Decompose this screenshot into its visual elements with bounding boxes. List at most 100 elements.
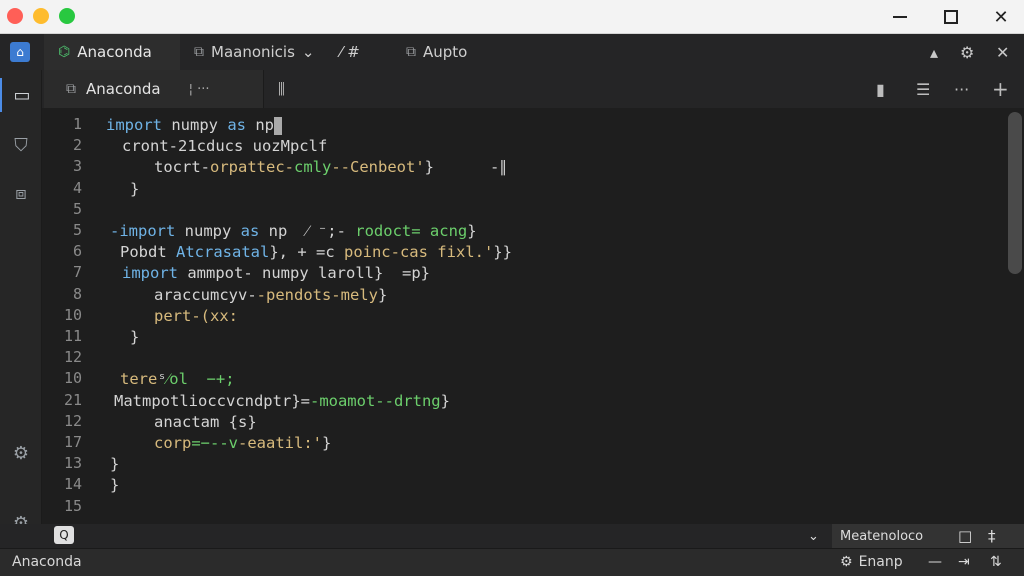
account-button[interactable]: ▴ — [930, 34, 938, 70]
code-token: } — [377, 285, 388, 304]
code-line[interactable]: } — [110, 475, 119, 496]
code-token: cront-21cducs uozMpclf — [122, 137, 328, 156]
tab-indent-button[interactable]: ⇥ — [958, 548, 970, 576]
code-line[interactable]: araccumcyv--pendots-mely} — [154, 285, 387, 306]
code-token: as — [240, 222, 260, 240]
text-cursor — [274, 116, 282, 135]
minimize-window-button[interactable] — [33, 8, 49, 24]
settings-button[interactable]: ⚙ — [0, 436, 42, 470]
more-icon: ··· — [954, 79, 970, 99]
minimize-panel-button[interactable]: — — [928, 548, 942, 576]
line-number: 2 — [72, 136, 82, 155]
square-icon: □ — [958, 527, 973, 545]
editor-tab-more[interactable]: ¦ ··· — [189, 82, 210, 97]
close-window-button[interactable] — [7, 8, 23, 24]
code-line[interactable]: Matmpotlioccvcndptr}=-moamot--drtng} — [114, 391, 450, 412]
code-token: laroll — [318, 264, 374, 283]
add-button[interactable]: + — [992, 70, 1009, 108]
code-line[interactable]: } — [130, 179, 139, 200]
code-token: rodoct= acng — [355, 222, 468, 240]
close-icon: ✕ — [993, 6, 1009, 28]
line-number: 3 — [72, 157, 82, 176]
puzzle-icon: ⧉ — [194, 44, 204, 60]
code-token: ˢ — [157, 370, 167, 389]
chevron-down-icon: ⌄ — [301, 43, 315, 61]
code-token: =−--v — [191, 434, 238, 452]
app-logo-icon: ⌂ — [10, 42, 30, 62]
code-token: np — [246, 116, 274, 134]
status-left-label[interactable]: Anaconda — [12, 548, 82, 576]
sync-icon: ⇅ — [990, 554, 1002, 570]
code-token: }= — [291, 391, 310, 410]
line-number: 5 — [72, 199, 82, 218]
maximize-button[interactable] — [931, 4, 971, 30]
code-line[interactable]: import ammpot- numpy laroll} =p} — [122, 263, 430, 284]
code-token: -pendots-mely — [256, 285, 378, 304]
code-token: } — [322, 434, 332, 452]
window-titlebar — [0, 0, 1024, 34]
bookmark-button[interactable]: ▮ — [876, 70, 885, 108]
code-token: import — [106, 116, 162, 134]
line-number: 13 — [63, 454, 82, 473]
code-token: } — [440, 391, 450, 410]
collapse-button[interactable]: ⌄ — [808, 524, 819, 548]
add-icon: + — [992, 77, 1009, 101]
settings-button[interactable]: ⚙ — [960, 34, 974, 70]
code-line[interactable]: } — [110, 454, 119, 475]
tab-aupto[interactable]: ⧉ Aupto — [396, 34, 496, 70]
maximize-panel-button[interactable]: □ — [958, 524, 972, 548]
code-token: numpy — [162, 116, 228, 134]
sync-button[interactable]: ⇅ — [990, 548, 1002, 576]
search-button[interactable]: Q — [54, 526, 74, 544]
code-token: tocrt- — [154, 158, 210, 177]
tab-anaconda[interactable]: ⌬ Anaconda — [44, 34, 180, 70]
code-token: -moamot--drtng — [309, 391, 441, 410]
code-token: -eaatil:' — [238, 434, 322, 452]
security-button[interactable]: ⛉ — [0, 128, 42, 162]
code-token: } =p} — [374, 264, 430, 283]
chat-button[interactable]: ▭ — [0, 78, 42, 112]
code-token: tere — [120, 370, 158, 389]
extensions-icon: ⧈ — [15, 182, 27, 204]
close-button[interactable]: ✕ — [981, 4, 1021, 30]
list-icon: ☰ — [916, 79, 931, 99]
close-panel-button[interactable]: ✕ — [996, 34, 1009, 70]
code-token: as — [227, 116, 246, 134]
more-actions-button[interactable]: ··· — [954, 70, 969, 108]
editor-tab-anaconda[interactable]: ⧉ Anaconda ¦ ··· — [44, 70, 264, 108]
code-line[interactable]: tereˢ⁄ol −+; — [120, 369, 235, 390]
split-editor-button[interactable]: ⫼ — [278, 70, 285, 108]
code-line[interactable]: Pobdt Atcrasatal}, + =c poinc-cas fixl.'… — [120, 242, 512, 263]
minimize-button[interactable] — [880, 4, 920, 30]
code-line[interactable]: tocrt-orpattec-cmly--Cenbeot'} -∥ — [154, 157, 507, 178]
tab-tools[interactable]: ⁄ # — [330, 34, 386, 70]
environment-indicator[interactable]: ⚙ Enanp — [840, 548, 903, 576]
indent-icon: ⇥ — [958, 554, 970, 570]
pin-button[interactable]: ‡ — [988, 524, 996, 548]
code-line[interactable]: } — [130, 327, 139, 348]
minus-icon: — — [928, 554, 942, 570]
pin-icon: ‡ — [988, 527, 996, 545]
code-line[interactable]: pert-(xx: — [154, 306, 238, 327]
panel-label[interactable]: Meatenoloco — [840, 524, 923, 548]
code-line[interactable]: cront-21cducs uozMpclf — [122, 136, 327, 157]
code-token: numpy — [175, 222, 241, 240]
code-line[interactable]: anactam {s} — [154, 412, 257, 433]
tab-maanonicis[interactable]: ⧉ Maanonicis ⌄ — [180, 34, 326, 70]
extensions-button[interactable]: ⧈ — [0, 176, 42, 210]
code-line[interactable]: import numpy as np — [106, 115, 282, 136]
code-token: }, + =c — [269, 243, 344, 262]
zoom-window-button[interactable] — [59, 8, 75, 24]
split-icon: ⫼ — [278, 80, 285, 98]
editor-tab-label: Anaconda — [86, 80, 161, 98]
outline-button[interactable]: ☰ — [916, 70, 930, 108]
code-token: ⁄ ⁻;- — [306, 222, 356, 240]
chat-icon: ▭ — [13, 84, 31, 106]
code-line[interactable]: -import numpy as np ⁄ ⁻;- rodoct= acng} — [110, 221, 477, 242]
code-token: Pobdt — [120, 243, 176, 262]
gear-icon: ⚙ — [840, 554, 853, 570]
line-number: 1 — [72, 115, 82, 133]
shield-icon: ⛉ — [14, 134, 28, 156]
code-line[interactable]: corp=−--v-eaatil:'} — [154, 433, 331, 454]
editor-scrollbar[interactable] — [1008, 112, 1022, 274]
